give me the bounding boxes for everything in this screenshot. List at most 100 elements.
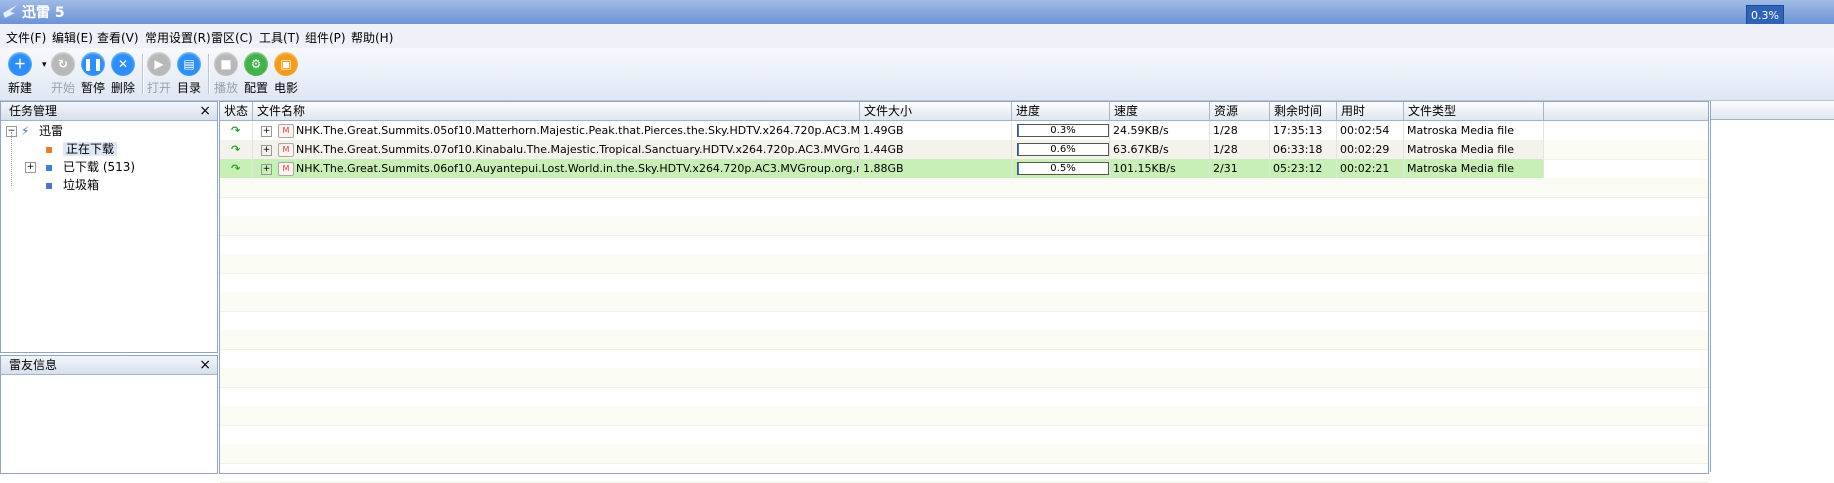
expand-toggle[interactable]: + [261, 126, 272, 137]
right-panel-header [1711, 101, 1834, 120]
table-row[interactable]: ↷+MNHK.The.Great.Summits.05of10.Matterho… [220, 121, 1544, 140]
task-panel-title: 任务管理 [9, 104, 57, 118]
tree-item[interactable]: ▪垃圾箱 [45, 176, 99, 194]
cell-type: Matroska Media file [1407, 162, 1514, 175]
table-cell: 00:02:21 [1337, 159, 1404, 178]
expand-toggle[interactable]: + [261, 164, 272, 175]
speed-meter-value: 0.3% [1747, 9, 1783, 22]
menu-item[interactable]: 组件(P) [305, 29, 346, 46]
table-cell: 00:02:54 [1337, 121, 1404, 140]
cell-elapsed: 00:02:54 [1340, 124, 1389, 137]
toolbar-button-label: 新建 [8, 79, 32, 96]
empty-row [220, 254, 1708, 274]
window-title: 迅雷 5 [22, 2, 65, 22]
table-cell: +MNHK.The.Great.Summits.05of10.Matterhor… [253, 121, 860, 140]
title-bar: 迅雷 5 0.3% [0, 0, 1834, 24]
toolbar-button[interactable]: ▣电影 [274, 52, 298, 96]
close-icon[interactable]: × [199, 356, 211, 374]
toolbar-button[interactable]: ✕删除 [111, 52, 135, 96]
toolbar-button-label: 目录 [177, 79, 201, 96]
empty-row [220, 235, 1708, 255]
column-header[interactable]: 速度 [1110, 102, 1210, 120]
empty-row [220, 349, 1708, 369]
cell-sources: 1/28 [1213, 143, 1238, 156]
close-icon[interactable]: × [199, 102, 211, 120]
column-header[interactable]: 状态 [220, 102, 253, 120]
column-header[interactable]: 文件大小 [860, 102, 1012, 120]
empty-row [220, 444, 1708, 464]
empty-row [220, 387, 1708, 407]
toolbar-button[interactable]: ⚙配置 [244, 52, 268, 96]
cell-elapsed: 00:02:21 [1340, 162, 1389, 175]
info-panel-title: 雷友信息 [9, 358, 57, 372]
progress-text: 0.6% [1050, 144, 1075, 155]
task-management-panel: 任务管理 × ⚡迅雷▪正在下载▪已下载 (513)▪垃圾箱−+ [0, 101, 218, 353]
table-cell: Matroska Media file [1404, 159, 1544, 178]
column-header[interactable]: 资源 [1210, 102, 1270, 120]
table-cell: Matroska Media file [1404, 121, 1544, 140]
status-downloading-icon: ↷ [231, 124, 240, 137]
empty-row [220, 273, 1708, 293]
column-header[interactable]: 文件类型 [1404, 102, 1544, 120]
friend-info-panel: 雷友信息 × [0, 355, 218, 474]
tree-item-label: 已下载 (513) [63, 160, 135, 174]
table-row[interactable]: ↷+MNHK.The.Great.Summits.07of10.Kinabalu… [220, 140, 1544, 159]
mkv-file-icon: M [278, 124, 294, 138]
table-cell: 1/28 [1210, 140, 1270, 159]
table-cell: ↷ [220, 140, 253, 159]
cell-size: 1.49GB [863, 124, 904, 137]
table-cell: ↷ [220, 121, 253, 140]
column-header[interactable]: 文件名称 [253, 102, 860, 120]
toolbar-button[interactable]: ▤目录 [177, 52, 201, 96]
menu-item[interactable]: 雷区(C) [211, 29, 253, 46]
status-downloading-icon: ↷ [231, 143, 240, 156]
toolbar-button[interactable]: ❚❚暂停 [81, 52, 105, 96]
table-cell: 24.59KB/s [1110, 121, 1210, 140]
table-cell: 0.3% [1012, 121, 1110, 140]
empty-row [220, 406, 1708, 426]
column-header[interactable]: 进度 [1012, 102, 1110, 120]
chevron-down-icon[interactable]: ▾ [42, 60, 47, 70]
progress-text: 0.3% [1050, 125, 1075, 136]
cell-remaining: 06:33:18 [1273, 143, 1322, 156]
menu-item[interactable]: 查看(V) [97, 29, 139, 46]
tree-item[interactable]: ▪已下载 (513) [45, 158, 135, 176]
list-header: 状态文件名称文件大小进度速度资源剩余时间用时文件类型 [220, 102, 1708, 121]
start-icon: ↻ [51, 52, 75, 76]
tree-item[interactable]: ⚡迅雷 [21, 122, 63, 140]
cell-size: 1.88GB [863, 162, 904, 175]
table-cell: 1.88GB [860, 159, 1012, 178]
table-row[interactable]: ↷+MNHK.The.Great.Summits.06of10.Auyantep… [220, 159, 1544, 178]
progress-bar: 0.6% [1017, 143, 1109, 156]
toolbar-button-label: 删除 [111, 79, 135, 96]
table-cell: Matroska Media file [1404, 140, 1544, 159]
table-cell: 0.5% [1012, 159, 1110, 178]
menu-item[interactable]: 文件(F) [6, 29, 46, 46]
column-header[interactable]: 用时 [1337, 102, 1404, 120]
file-name: NHK.The.Great.Summits.07of10.Kinabalu.Th… [296, 143, 860, 156]
empty-row [220, 311, 1708, 331]
toolbar-button[interactable]: ＋新建 [8, 52, 32, 96]
empty-row [220, 463, 1708, 483]
tree-item[interactable]: ▪正在下载 [45, 140, 117, 158]
cell-speed: 24.59KB/s [1113, 124, 1169, 137]
progress-bar: 0.5% [1017, 162, 1109, 175]
status-downloading-icon: ↷ [231, 162, 240, 175]
expand-toggle[interactable]: + [261, 145, 272, 156]
tree-item-label: 垃圾箱 [63, 178, 99, 192]
tree-item-label: 正在下载 [63, 142, 117, 156]
menu-item[interactable]: 编辑(E) [52, 29, 93, 46]
progress-text: 0.5% [1050, 163, 1075, 174]
table-cell: 101.15KB/s [1110, 159, 1210, 178]
menu-item[interactable]: 常用设置(R) [145, 29, 211, 46]
cell-speed: 101.15KB/s [1113, 162, 1176, 175]
toolbar-button-label: 打开 [147, 79, 171, 96]
menu-item[interactable]: 帮助(H) [351, 29, 393, 46]
toolbar-button-label: 配置 [244, 79, 268, 96]
table-cell: 0.6% [1012, 140, 1110, 159]
menu-bar: 文件(F) 编辑(E)查看(V) 常用设置(R)雷区(C) 工具(T) 组件(P) 帮助(… [0, 24, 1834, 48]
toolbar-button: ■播放 [214, 52, 238, 96]
column-header[interactable]: 剩余时间 [1270, 102, 1337, 120]
menu-item[interactable]: 工具(T) [259, 29, 300, 46]
expand-toggle[interactable]: + [25, 162, 36, 173]
